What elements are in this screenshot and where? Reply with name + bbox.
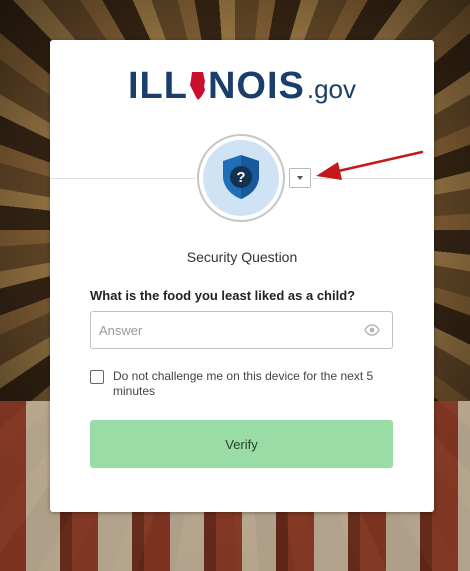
remember-device-label[interactable]: Do not challenge me on this device for t…: [113, 369, 383, 399]
illinois-gov-logo: ILL NOIS.gov: [50, 65, 434, 108]
answer-input[interactable]: [91, 312, 351, 348]
factor-icon-background: ?: [203, 140, 279, 216]
verify-button[interactable]: Verify: [90, 420, 393, 468]
header-divider-left: [50, 178, 195, 179]
eye-icon[interactable]: [364, 324, 380, 336]
security-question-shield-icon: ?: [223, 155, 259, 199]
verification-card: ILL NOIS.gov ? Security Question What is …: [50, 40, 434, 512]
illinois-state-shape-icon: [189, 72, 205, 100]
annotation-arrow: [316, 150, 424, 180]
answer-field-wrapper: [90, 311, 393, 349]
logo-text-right: NOIS: [207, 65, 305, 107]
chevron-down-icon: [297, 176, 303, 180]
security-question-label: What is the food you least liked as a ch…: [90, 288, 356, 303]
svg-text:?: ?: [236, 169, 245, 186]
remember-device-checkbox[interactable]: [90, 370, 104, 384]
factor-icon-ring: ?: [197, 134, 285, 222]
logo-text-left: ILL: [127, 65, 188, 107]
page-title: Security Question: [186, 249, 298, 265]
logo-suffix: .gov: [306, 74, 357, 104]
factor-dropdown-button[interactable]: [289, 168, 311, 188]
login-page: ILL NOIS.gov ? Security Question What is …: [0, 0, 470, 571]
